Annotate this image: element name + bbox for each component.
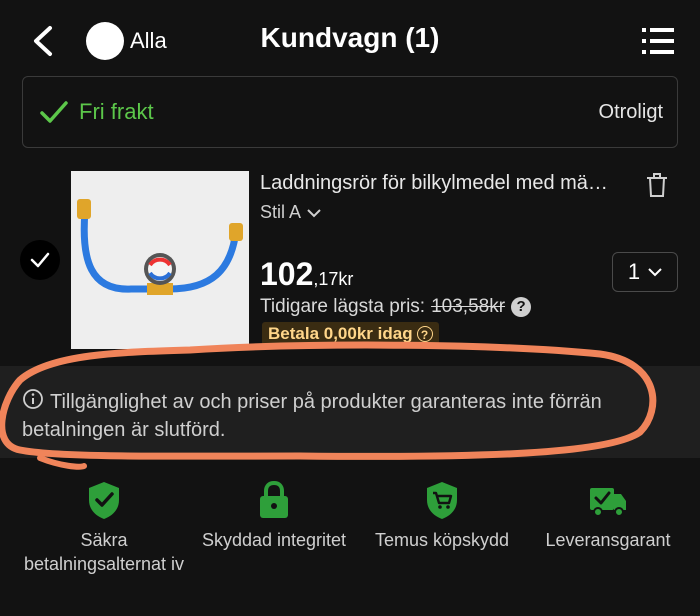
availability-notice: Tillgänglighet av och priser på produkte… <box>0 366 700 458</box>
price-main: 102 <box>260 256 314 292</box>
pay-today-label: Betala 0,00kr idag <box>268 324 413 343</box>
quantity-selector[interactable]: 1 <box>612 252 678 292</box>
trash-icon[interactable] <box>645 172 669 198</box>
previous-lowest-price: Tidigare lägsta pris: 103,58kr ? <box>260 296 532 318</box>
back-icon[interactable] <box>28 22 58 60</box>
select-all-label: Alla <box>130 28 167 53</box>
trust-item-secure-payment[interactable]: Säkra betalningsalternat iv <box>14 480 194 576</box>
trust-label: Leveransgarant <box>545 530 671 550</box>
shipping-status-text: Otroligt <box>598 101 663 123</box>
list-menu-icon[interactable] <box>642 26 674 56</box>
cart-shield-icon <box>427 482 457 519</box>
truck-check-icon <box>590 488 626 517</box>
trust-label: Skyddad integritet <box>201 530 347 550</box>
trust-badges: Säkra betalningsalternat iv Skyddad inte… <box>0 480 700 616</box>
select-all-checkbox[interactable] <box>86 22 124 60</box>
product-title[interactable]: Laddningsrör för bilkylmedel med mä… <box>260 172 632 195</box>
trust-label: Temus köpskydd <box>374 530 510 550</box>
header: Alla Kundvagn (1) <box>0 0 700 80</box>
check-icon <box>30 252 50 268</box>
item-select-checkbox[interactable] <box>20 240 60 280</box>
quantity-value: 1 <box>627 259 641 284</box>
variant-selector[interactable]: Stil A <box>260 202 321 223</box>
shield-check-icon <box>89 482 119 519</box>
chevron-down-icon <box>648 268 662 277</box>
product-image[interactable] <box>71 171 249 349</box>
check-icon <box>40 101 68 123</box>
previous-price-value: 103,58kr <box>431 296 506 317</box>
price: 102,17kr <box>260 256 353 293</box>
pay-today-badge[interactable]: Betala 0,00kr idag ? <box>262 322 439 346</box>
price-sub: ,17kr <box>313 269 354 289</box>
variant-label: Stil A <box>260 202 302 222</box>
lock-icon <box>260 480 288 518</box>
free-shipping-label: Fri frakt <box>79 99 154 124</box>
trust-item-delivery-guarantee[interactable]: Leveransgarant <box>528 480 688 552</box>
trust-item-privacy[interactable]: Skyddad integritet <box>184 480 364 552</box>
previous-price-label: Tidigare lägsta pris: <box>260 296 426 317</box>
select-all-toggle[interactable]: Alla <box>86 22 167 60</box>
help-icon[interactable]: ? <box>416 326 433 342</box>
free-shipping-banner[interactable]: Fri frakt Otroligt <box>22 76 678 148</box>
chevron-down-icon <box>307 208 321 217</box>
help-icon[interactable]: ? <box>511 297 532 317</box>
notice-text: Tillgänglighet av och priser på produkte… <box>22 391 602 441</box>
trust-label: Säkra betalningsalternat iv <box>23 530 185 574</box>
trust-item-purchase-protection[interactable]: Temus köpskydd <box>356 480 528 552</box>
